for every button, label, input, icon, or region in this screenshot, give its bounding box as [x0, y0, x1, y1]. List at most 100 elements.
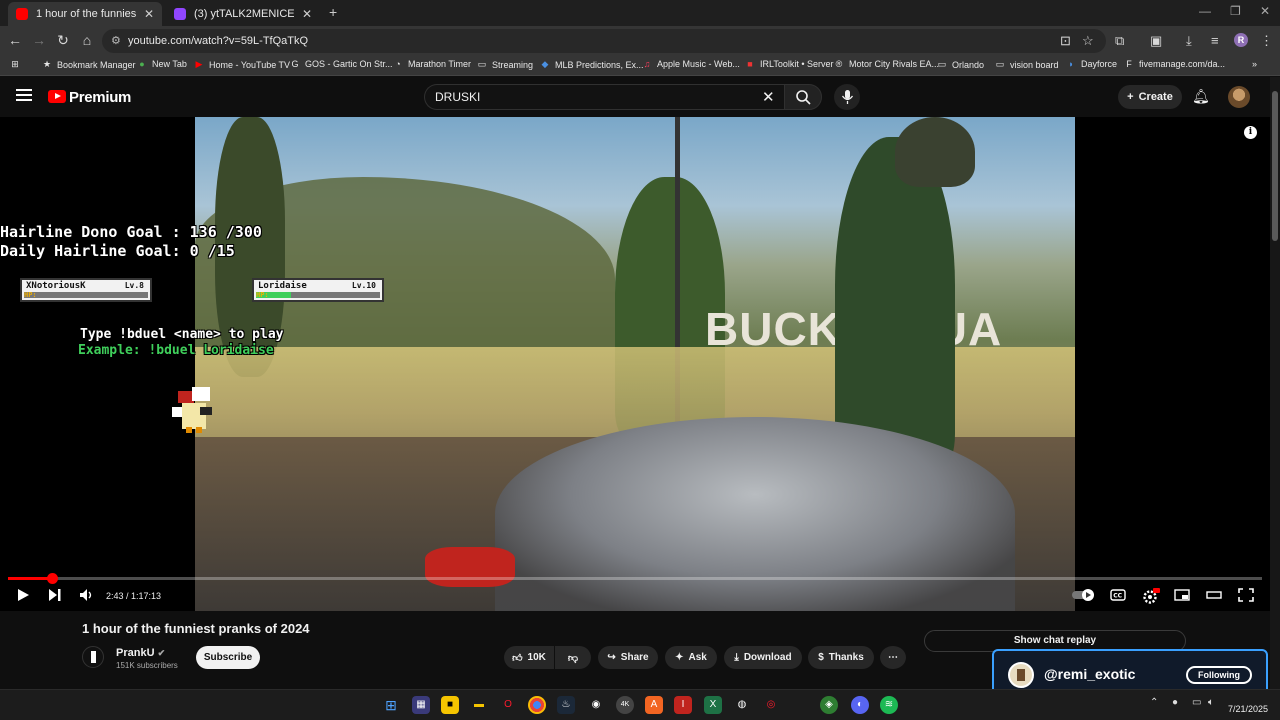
video-frame[interactable]: BUCK QUA [195, 117, 1075, 611]
window-close-icon[interactable]: ✕ [1260, 4, 1270, 18]
seek-handle[interactable] [46, 573, 58, 584]
bookmark-item[interactable]: ▭ Streaming [477, 59, 533, 70]
theater-mode-button[interactable] [1206, 588, 1222, 605]
extensions-icon[interactable]: ⧉ [1115, 33, 1124, 49]
mlb-icon: ◆ [541, 59, 549, 69]
opera-icon[interactable]: O [499, 696, 517, 714]
player2-name: Loridaise [258, 281, 307, 291]
brand-label[interactable]: Premium [69, 89, 131, 106]
clear-search-icon[interactable]: ✕ [762, 88, 775, 106]
video-player[interactable]: BUCK QUA i Hairline Dono Goal : 136 /300… [0, 117, 1270, 611]
bookmark-item[interactable]: ▭ Orlando [937, 59, 984, 70]
bookmark-item[interactable]: ◗ Dayforce [1066, 59, 1117, 69]
bookmark-star-icon[interactable]: ☆ [1082, 33, 1094, 49]
dislike-button[interactable]: 👎︎ [555, 646, 591, 669]
bookmark-item[interactable]: ® Motor City Rivals EA... [834, 59, 939, 69]
minimize-icon[interactable]: — [1199, 4, 1211, 18]
more-actions-button[interactable]: ⋯ [880, 646, 906, 669]
download-button[interactable]: ⤓ Download [724, 646, 802, 669]
settings-button[interactable] [1142, 588, 1160, 607]
bookmark-item[interactable]: G GOS - Gartic On Str... [290, 59, 392, 69]
home-icon[interactable]: ⌂ [78, 32, 96, 48]
info-icon[interactable]: i [1244, 126, 1257, 139]
subscribe-button[interactable]: Subscribe [196, 646, 260, 669]
bookmark-item[interactable]: ◆ MLB Predictions, Ex... [540, 59, 644, 70]
reload-icon[interactable]: ↻ [54, 32, 72, 49]
media-icon[interactable]: ≡ [1211, 33, 1219, 48]
sidepanel-icon[interactable]: ▣ [1150, 33, 1162, 49]
bookmark-item[interactable]: ▶ Home - YouTube TV [194, 59, 291, 70]
app-icon[interactable]: ▦ [412, 696, 430, 714]
more-bookmarks-icon[interactable]: » [1252, 59, 1257, 69]
4k-app-icon[interactable]: 4K [616, 696, 634, 714]
following-button[interactable]: Following [1186, 666, 1252, 684]
search-input[interactable]: DRUSKI [424, 84, 788, 110]
channel-avatar[interactable] [82, 646, 104, 668]
ask-button[interactable]: ✦ Ask [665, 646, 717, 669]
tab-twitch[interactable]: (3) ytTALK2MENICE - Twitch ✕ [166, 2, 320, 26]
tray-chevron-icon[interactable]: ⌃ [1150, 697, 1158, 708]
opera-gx-icon[interactable]: ◎ [762, 696, 780, 714]
tab-youtube[interactable]: 1 hour of the funniest pranks of 2024 ✕ [8, 2, 162, 26]
steam-icon[interactable]: ♨ [557, 696, 575, 714]
seek-bar[interactable] [8, 573, 1262, 584]
miniplayer-button[interactable] [1174, 588, 1190, 605]
scrollbar-thumb[interactable] [1272, 91, 1278, 241]
notifications-bell-icon[interactable]: 🔔︎ [1192, 88, 1210, 105]
new-tab-button[interactable]: + [329, 4, 337, 20]
download-icon[interactable]: ⤓ [1186, 33, 1192, 49]
bookmark-item[interactable]: ◔ Marathon Timer [393, 59, 471, 69]
install-app-icon[interactable]: ⊡ [1060, 33, 1071, 49]
play-button[interactable] [16, 588, 30, 605]
profile-avatar[interactable]: R [1234, 33, 1248, 47]
app-icon[interactable]: I [674, 696, 692, 714]
address-bar[interactable]: ⚙ youtube.com/watch?v=59L-TfQaTkQ [102, 29, 1106, 53]
hamburger-menu-icon[interactable] [16, 89, 32, 101]
fullscreen-button[interactable] [1238, 588, 1254, 605]
back-icon[interactable]: ← [6, 32, 24, 48]
voice-search-button[interactable] [834, 84, 860, 110]
page-scrollbar[interactable] [1270, 77, 1280, 689]
app-icon[interactable]: ◍ [733, 696, 751, 714]
youtube-logo-icon[interactable] [48, 90, 66, 103]
app-icon[interactable]: A [645, 696, 663, 714]
create-button[interactable]: + Create [1118, 85, 1182, 109]
like-button[interactable]: 👍︎ 10K [504, 646, 554, 669]
next-button[interactable] [48, 588, 62, 605]
close-tab-icon[interactable]: ✕ [144, 7, 154, 21]
excel-icon[interactable]: X [704, 696, 722, 714]
captions-button[interactable]: CC [1110, 588, 1126, 605]
windows-start-icon[interactable]: ⊞ [382, 696, 400, 714]
bookmark-item[interactable]: ● New Tab [137, 59, 187, 69]
bookmark-item[interactable]: ★ Bookmark Manager [42, 59, 136, 70]
maximize-icon[interactable]: ❐ [1230, 4, 1241, 18]
tray-icon[interactable]: ● [1172, 697, 1178, 708]
bookmark-item[interactable]: Ffivemanage.com/da... [1124, 59, 1225, 69]
network-icon[interactable]: ▭ [1192, 697, 1201, 708]
close-tab-icon[interactable]: ✕ [302, 7, 312, 21]
spotify-icon[interactable]: ≋ [880, 696, 898, 714]
volume-button[interactable] [79, 588, 95, 605]
channel-name[interactable]: PrankU ✔ [116, 647, 165, 659]
notes-icon[interactable]: ■ [441, 696, 459, 714]
r-icon: ® [835, 59, 843, 69]
app-icon[interactable]: ◈ [820, 696, 838, 714]
taskbar-date[interactable]: 7/21/2025 [1228, 704, 1268, 714]
discord-icon[interactable]: ◐ [851, 696, 869, 714]
share-button[interactable]: ↪ Share [598, 646, 658, 669]
search-button[interactable] [784, 84, 822, 110]
browser-menu-icon[interactable]: ⋮ [1260, 33, 1273, 49]
chrome-icon[interactable] [528, 696, 546, 714]
account-avatar[interactable] [1228, 86, 1250, 108]
thanks-button[interactable]: $ Thanks [808, 646, 874, 669]
bookmark-item[interactable]: ■ IRLToolkit • Server [745, 59, 833, 69]
bookmark-item[interactable]: ♫ Apple Music - Web... [642, 59, 740, 69]
forward-icon[interactable]: → [30, 32, 48, 48]
file-explorer-icon[interactable]: ▬ [470, 696, 488, 714]
apps-icon[interactable]: ⊞ [10, 59, 25, 70]
speaker-icon[interactable]: 🔈︎ [1208, 697, 1214, 708]
autoplay-toggle[interactable] [1072, 589, 1096, 604]
bookmark-item[interactable]: ▭ vision board [995, 59, 1059, 70]
site-info-icon[interactable]: ⚙ [111, 34, 121, 47]
app-icon[interactable]: ◉ [587, 696, 605, 714]
